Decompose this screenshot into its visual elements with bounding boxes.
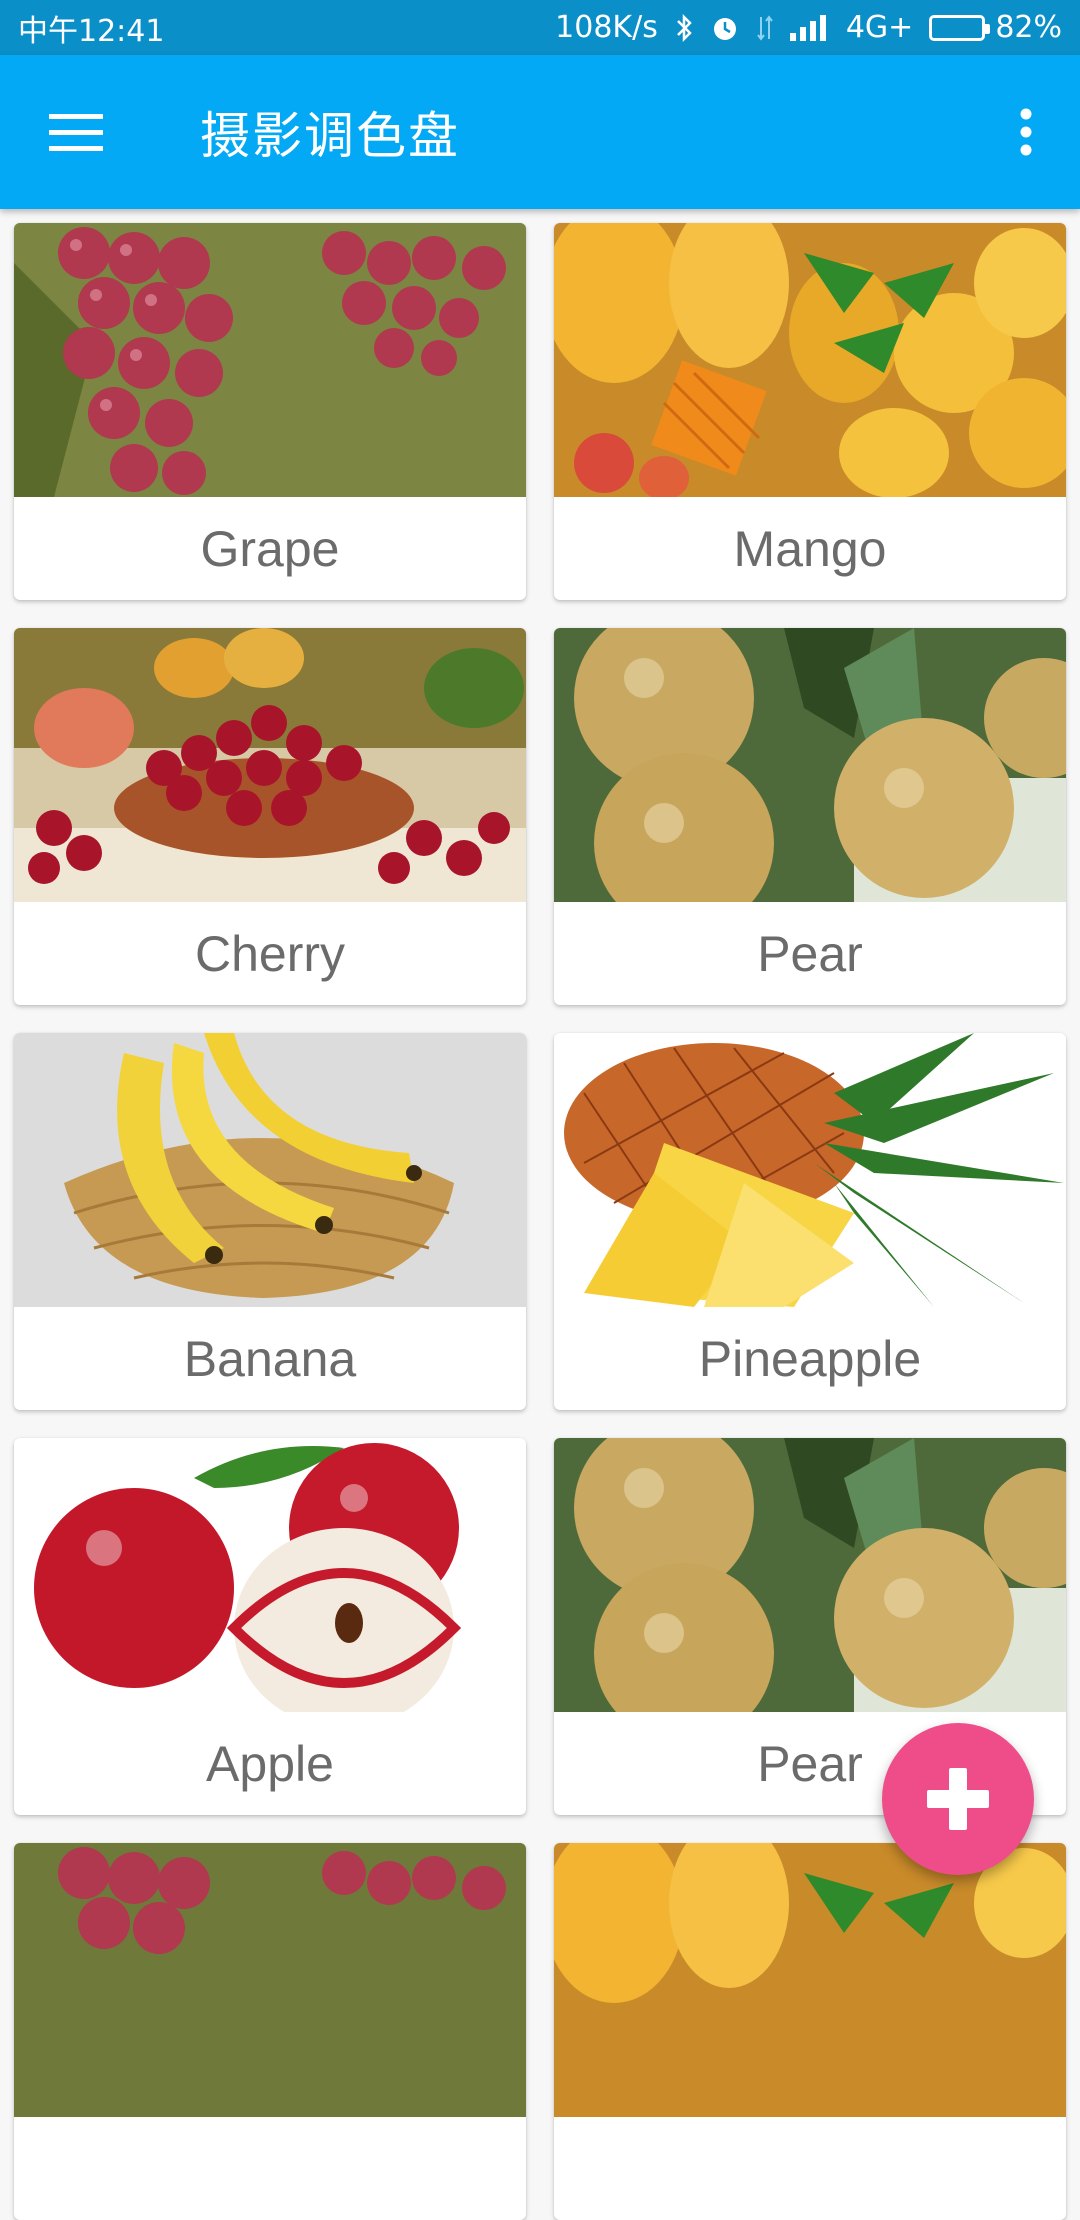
fruit-card-label xyxy=(554,2117,1066,2220)
mango-photo xyxy=(554,1843,1066,2117)
fruit-card[interactable]: Mango xyxy=(554,223,1066,600)
fruit-card[interactable]: Apple xyxy=(14,1438,526,1815)
grape-photo xyxy=(14,223,526,497)
menu-button[interactable] xyxy=(48,104,104,160)
add-button[interactable] xyxy=(882,1723,1034,1875)
fruit-card-label: Pineapple xyxy=(698,1330,922,1387)
fruit-card-label: Grape xyxy=(200,520,340,577)
fruit-card-label: Mango xyxy=(733,520,887,577)
alarm-icon xyxy=(710,13,740,43)
fruit-card-label: Banana xyxy=(183,1330,357,1387)
app-bar: 摄影调色盘 xyxy=(0,55,1080,209)
battery-percent: 82% xyxy=(995,10,1062,45)
pear-photo xyxy=(554,1438,1066,1712)
fruit-card[interactable] xyxy=(14,1843,526,2220)
fruit-card[interactable]: Cherry xyxy=(14,628,526,1005)
fruit-card[interactable] xyxy=(554,1843,1066,2220)
cherry-photo xyxy=(14,628,526,902)
net-speed: 108K/s xyxy=(555,10,658,45)
pineapple-photo xyxy=(554,1033,1066,1307)
fruit-card[interactable]: Pear xyxy=(554,628,1066,1005)
bluetooth-icon xyxy=(674,13,694,43)
fruit-card[interactable]: Pineapple xyxy=(554,1033,1066,1410)
page-title: 摄影调色盘 xyxy=(200,107,460,165)
pear-photo xyxy=(554,628,1066,902)
more-vert-icon xyxy=(1020,108,1032,156)
banana-photo xyxy=(14,1033,526,1307)
status-bar: 中午12:41 108K/s 4G+ 82% xyxy=(0,0,1080,55)
signal-icon xyxy=(789,14,830,41)
fruit-card-label: Cherry xyxy=(194,925,346,982)
battery-icon: 82% xyxy=(929,10,1062,45)
plus-icon xyxy=(927,1768,989,1830)
fruit-card-label: Apple xyxy=(206,1735,334,1792)
data-transfer-icon xyxy=(756,13,774,43)
fruit-grid: Grape Mango Cherry Pear Banana Pineapple… xyxy=(14,223,1066,2220)
overflow-menu-button[interactable] xyxy=(1008,102,1044,162)
fruit-card[interactable]: Grape xyxy=(14,223,526,600)
apple-photo xyxy=(14,1438,526,1712)
fruit-card[interactable]: Banana xyxy=(14,1033,526,1410)
fruit-card-label: Pear xyxy=(757,925,863,982)
grape-photo xyxy=(14,1843,526,2117)
fruit-card-label xyxy=(14,2117,526,2220)
mango-photo xyxy=(554,223,1066,497)
status-time: 中午12:41 xyxy=(18,13,165,49)
menu-icon xyxy=(49,114,103,151)
network-type: 4G+ xyxy=(845,10,914,45)
